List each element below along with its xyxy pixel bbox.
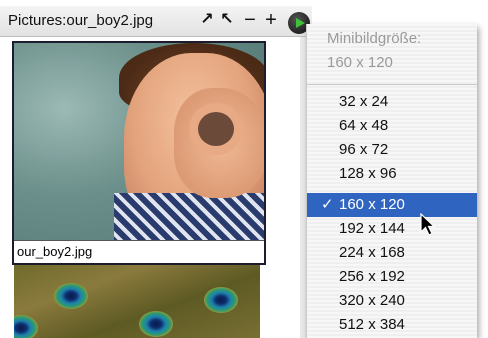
menu-item-224x168[interactable]: 224 x 168 bbox=[307, 241, 477, 265]
photo-finger-ring bbox=[189, 103, 243, 155]
menu-item-label: 128 x 96 bbox=[339, 165, 397, 182]
thumbnail-caption: our_boy2.jpg bbox=[14, 240, 264, 263]
expand-up-left-icon[interactable]: ↖ bbox=[218, 10, 236, 30]
window-title: Pictures:our_boy2.jpg bbox=[8, 12, 154, 29]
thumbnail-selected[interactable]: our_boy2.jpg bbox=[12, 41, 266, 265]
feather-eye bbox=[54, 283, 88, 309]
feather-eye bbox=[204, 287, 238, 313]
thumbnail-peacock[interactable] bbox=[14, 265, 260, 338]
menu-separator bbox=[307, 84, 477, 85]
menu-item-320x240[interactable]: 320 x 240 bbox=[307, 289, 477, 313]
menu-item-256x192[interactable]: 256 x 192 bbox=[307, 265, 477, 289]
menu-item-label: 256 x 192 bbox=[339, 268, 405, 285]
menu-item-label: 32 x 24 bbox=[339, 93, 389, 110]
menu-item-192x144[interactable]: 192 x 144 bbox=[307, 217, 477, 241]
thumbnail-panel: our_boy2.jpg bbox=[0, 37, 300, 338]
menu-item-label: 64 x 48 bbox=[339, 117, 389, 134]
mouse-pointer-icon bbox=[420, 213, 436, 236]
menu-header-label: Minibildgröße: bbox=[327, 30, 422, 47]
checkmark-icon: ✓ bbox=[321, 196, 334, 213]
zoom-out-button[interactable]: − bbox=[241, 10, 259, 30]
menu-item-label: 224 x 168 bbox=[339, 244, 405, 261]
menu-item-label: 320 x 240 bbox=[339, 292, 405, 309]
menu-item-64x48[interactable]: 64 x 48 bbox=[307, 114, 477, 138]
zoom-in-button[interactable]: + bbox=[262, 10, 280, 30]
menu-item-160x120[interactable]: ✓ 160 x 120 bbox=[307, 193, 477, 217]
menu-item-512x384[interactable]: 512 x 384 bbox=[307, 313, 477, 337]
menu-item-label: 160 x 120 bbox=[339, 196, 405, 213]
menu-item-label: 512 x 384 bbox=[339, 316, 405, 333]
feather-eye bbox=[139, 311, 173, 337]
menu-item-96x72[interactable]: 96 x 72 bbox=[307, 138, 477, 162]
thumbnail-size-menu: Minibildgröße: 160 x 120 32 x 24 64 x 48… bbox=[306, 24, 477, 338]
menu-item-32x24[interactable]: 32 x 24 bbox=[307, 90, 477, 114]
menu-item-label: 96 x 72 bbox=[339, 141, 389, 158]
window-titlebar: Pictures:our_boy2.jpg ↗ ↖ − + bbox=[0, 6, 312, 37]
play-icon bbox=[296, 18, 305, 28]
menu-item-label: 192 x 144 bbox=[339, 220, 405, 237]
feather-eye bbox=[14, 315, 38, 338]
expand-up-right-icon[interactable]: ↗ bbox=[198, 10, 216, 30]
menu-header-value: 160 x 120 bbox=[327, 54, 393, 71]
menu-item-128x96[interactable]: 128 x 96 bbox=[307, 162, 477, 186]
